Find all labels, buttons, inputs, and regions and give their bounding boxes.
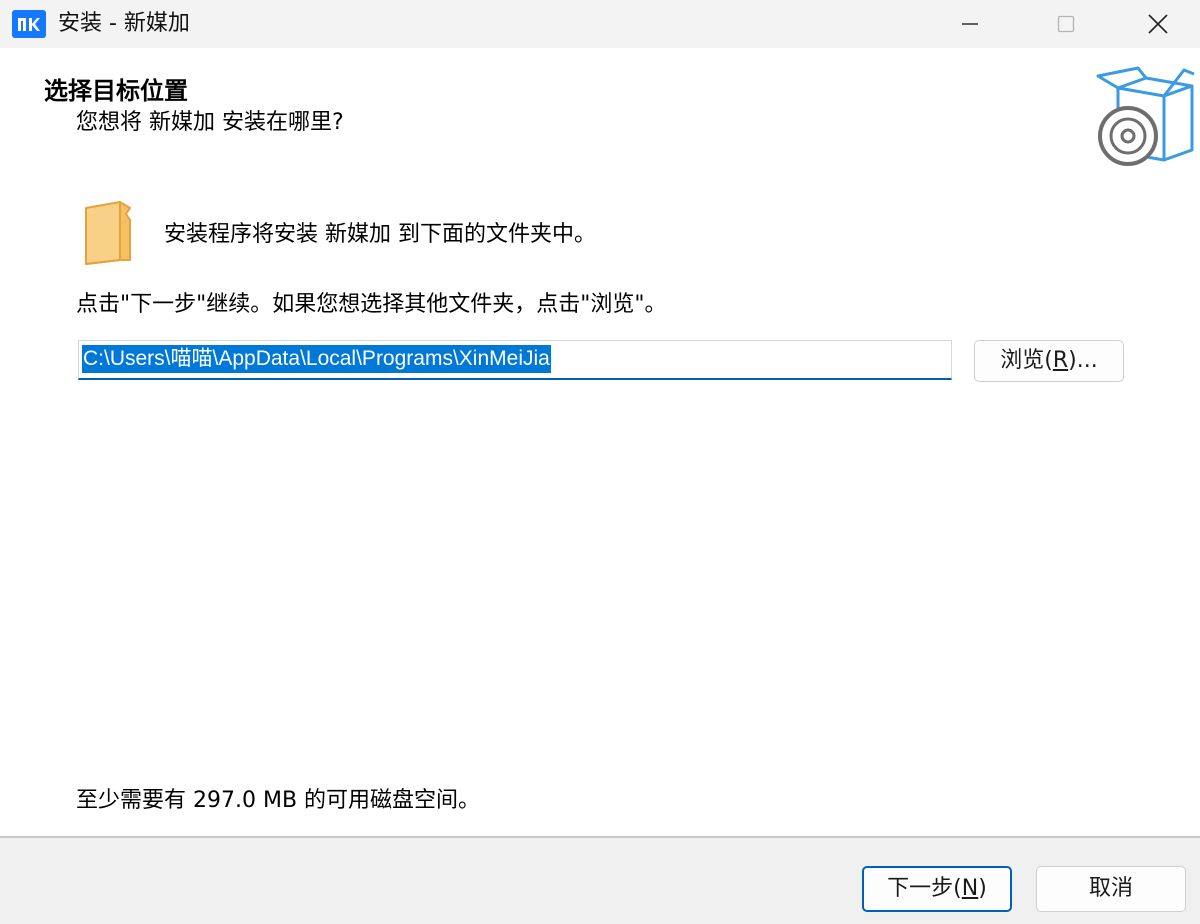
- installer-window: 安装 - 新媒加 选择目标位置 您想将 新媒加 安装在哪里? 安装程序将安装 新…: [0, 0, 1200, 924]
- maximize-icon: [1057, 15, 1075, 33]
- app-logo-icon: [12, 10, 46, 38]
- next-button[interactable]: 下一步(N): [862, 866, 1012, 912]
- next-label-suffix: ): [978, 876, 987, 901]
- box-with-disc-icon: [1088, 60, 1196, 168]
- cancel-button[interactable]: 取消: [1036, 866, 1186, 912]
- title-bar: 安装 - 新媒加: [0, 0, 1200, 48]
- maximize-button[interactable]: [1020, 0, 1112, 48]
- instruction-text: 点击"下一步"继续。如果您想选择其他文件夹，点击"浏览"。: [76, 292, 667, 317]
- page-subtitle: 您想将 新媒加 安装在哪里?: [76, 110, 344, 135]
- browse-label-suffix: )...: [1068, 348, 1098, 373]
- window-title: 安装 - 新媒加: [58, 11, 190, 36]
- next-mnemonic: N: [961, 876, 979, 901]
- browse-mnemonic: R: [1052, 348, 1069, 373]
- install-path-value: C:\Users\喵喵\AppData\Local\Programs\XinMe…: [82, 345, 551, 373]
- install-path-input[interactable]: C:\Users\喵喵\AppData\Local\Programs\XinMe…: [78, 340, 952, 380]
- close-icon: [1148, 14, 1168, 34]
- folder-icon: [80, 198, 140, 268]
- disk-space-text: 至少需要有 297.0 MB 的可用磁盘空间。: [76, 788, 481, 813]
- browse-button[interactable]: 浏览(R)...: [974, 340, 1124, 382]
- minimize-button[interactable]: [924, 0, 1016, 48]
- cancel-label: 取消: [1088, 876, 1133, 901]
- page-title: 选择目标位置: [44, 77, 188, 105]
- close-button[interactable]: [1112, 0, 1200, 48]
- install-location-text: 安装程序将安装 新媒加 到下面的文件夹中。: [164, 222, 596, 247]
- browse-label-prefix: 浏览(: [1000, 348, 1053, 373]
- next-label-prefix: 下一步(: [887, 876, 962, 901]
- wizard-footer: [0, 838, 1200, 924]
- minimize-icon: [962, 23, 978, 25]
